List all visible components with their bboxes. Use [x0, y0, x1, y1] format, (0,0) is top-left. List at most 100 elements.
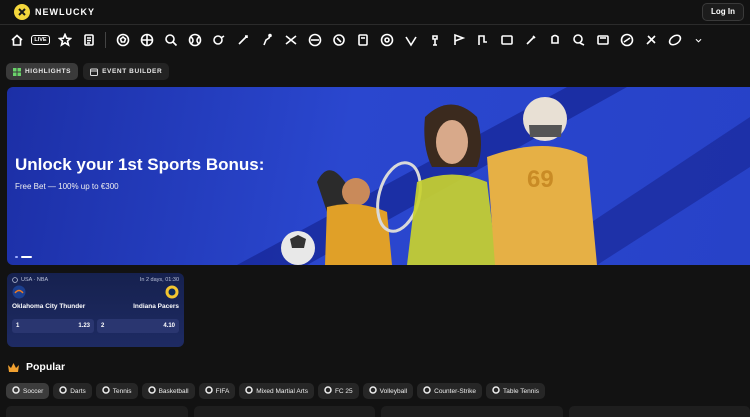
match-league: USA · NBA: [12, 277, 48, 283]
cricket-icon[interactable]: [256, 30, 277, 51]
chip-label: Basketball: [158, 387, 189, 395]
carousel-dot[interactable]: [15, 256, 18, 258]
chip-label: FIFA: [215, 387, 230, 395]
soccer-icon[interactable]: [112, 30, 133, 51]
football-icon[interactable]: [496, 30, 517, 51]
chip-soccer[interactable]: Soccer: [6, 383, 50, 399]
live-icon[interactable]: LIVE: [30, 30, 51, 51]
banner-subtitle: Free Bet — 100% up to €300: [15, 182, 119, 191]
carousel-dots: [15, 256, 32, 258]
match-teams: Oklahoma City Thunder Indiana Pacers: [12, 285, 179, 310]
chip-tennis[interactable]: Tennis: [95, 383, 138, 399]
tennis-icon[interactable]: [160, 30, 181, 51]
mode-tabs: HIGHLIGHTS EVENT BUILDER: [6, 63, 170, 80]
chip-fc-25[interactable]: FC 25: [317, 383, 359, 399]
chevron-down-icon[interactable]: [688, 30, 709, 51]
login-button[interactable]: Log In: [702, 3, 744, 21]
odd-label: 2: [101, 323, 105, 329]
soccer-icon: [12, 386, 20, 396]
chip-label: FC 25: [334, 387, 353, 395]
chess-icon[interactable]: [424, 30, 445, 51]
chip-fifa[interactable]: FIFA: [198, 383, 236, 399]
cycling-icon[interactable]: [400, 30, 421, 51]
chip-mixed-martial-arts[interactable]: Mixed Martial Arts: [239, 383, 314, 399]
match-header: USA · NBA In 2 days, 01:30: [12, 277, 179, 283]
odds-row: 1 1.23 2 4.10: [12, 319, 179, 333]
match-time: In 2 days, 01:30: [139, 277, 179, 283]
snooker-icon[interactable]: [616, 30, 637, 51]
volleyball-icon: [368, 386, 377, 396]
popular-header: Popular: [7, 361, 65, 373]
carousel-dot-active[interactable]: [21, 256, 32, 258]
home-team: Oklahoma City Thunder: [12, 285, 85, 310]
table-tennis-icon[interactable]: [376, 30, 397, 51]
chip-label: Counter-Strike: [434, 387, 477, 395]
sports-nav: LIVE: [0, 24, 750, 55]
away-team: Indiana Pacers: [133, 285, 179, 310]
chip-darts[interactable]: Darts: [53, 383, 92, 399]
live-label: LIVE: [31, 35, 50, 45]
app-root: NEWLUCKY Log In LIVE HIGHLIGHTS EVENT BU…: [0, 0, 750, 417]
esports-icon[interactable]: [280, 30, 301, 51]
brand-logo[interactable]: NEWLUCKY: [14, 4, 95, 20]
fifa-icon: [204, 386, 213, 396]
match-card[interactable]: USA · NBA In 2 days, 01:30 Oklahoma City…: [7, 273, 184, 347]
formula-icon[interactable]: [448, 30, 469, 51]
odd-value: 4.10: [163, 323, 175, 329]
tab-highlights[interactable]: HIGHLIGHTS: [6, 63, 79, 80]
rugby-icon[interactable]: [328, 30, 349, 51]
golf-icon[interactable]: [472, 30, 493, 51]
odd-label: 1: [16, 323, 20, 329]
nav-divider: [105, 32, 106, 48]
chip-label: Mixed Martial Arts: [256, 387, 308, 395]
baseball-icon[interactable]: [208, 30, 229, 51]
odd-home-button[interactable]: 1 1.23: [12, 319, 94, 333]
tab-event-builder-label: EVENT BUILDER: [102, 68, 163, 75]
brand-name: NEWLUCKY: [35, 7, 95, 17]
home-icon[interactable]: [6, 30, 27, 51]
betslip-icon[interactable]: [78, 30, 99, 51]
hockey-icon[interactable]: [232, 30, 253, 51]
handball-icon[interactable]: [304, 30, 325, 51]
event-card[interactable]: [6, 406, 188, 417]
basketball-icon: [147, 386, 156, 396]
american-football-icon[interactable]: [568, 30, 589, 51]
away-team-name: Indiana Pacers: [133, 303, 179, 310]
basketball-icon[interactable]: [136, 30, 157, 51]
darts-icon: [59, 386, 67, 396]
chip-table-tennis[interactable]: Table Tennis: [486, 383, 546, 399]
mma-icon[interactable]: [352, 30, 373, 51]
chip-label: Table Tennis: [503, 387, 540, 395]
svg-text:69: 69: [527, 166, 554, 193]
logo-mark-icon: [14, 4, 30, 20]
bottom-cards: [0, 406, 750, 417]
chip-label: Tennis: [112, 387, 132, 395]
promo-banner[interactable]: 69 Unlock your 1st Sports Bonus: Free Be…: [7, 87, 750, 265]
star-icon[interactable]: [54, 30, 75, 51]
chip-counter-strike[interactable]: Counter-Strike: [417, 383, 483, 399]
badminton-icon[interactable]: [640, 30, 661, 51]
league-label: USA · NBA: [21, 277, 49, 283]
mma-icon: [245, 386, 254, 396]
event-card[interactable]: [381, 406, 563, 417]
chip-volleyball[interactable]: Volleyball: [362, 383, 414, 399]
home-team-name: Oklahoma City Thunder: [12, 303, 86, 310]
nba2k-icon[interactable]: [592, 30, 613, 51]
boxing-icon[interactable]: [544, 30, 565, 51]
event-card[interactable]: [193, 406, 375, 417]
darts-icon[interactable]: [520, 30, 541, 51]
clock-icon: [12, 277, 18, 283]
grid-icon: [13, 67, 21, 76]
rugby-ball-icon[interactable]: [664, 30, 685, 51]
event-card[interactable]: [568, 406, 750, 417]
banner-title: Unlock your 1st Sports Bonus:: [15, 155, 265, 174]
odd-value: 1.23: [78, 323, 90, 329]
chip-basketball[interactable]: Basketball: [141, 383, 195, 399]
chip-label: Soccer: [23, 387, 44, 395]
volleyball-icon[interactable]: [184, 30, 205, 51]
table-tennis-icon: [492, 386, 500, 396]
odd-away-button[interactable]: 2 4.10: [97, 319, 179, 333]
popular-chips: Soccer Darts Tennis Basketball FIFA Mixed Mar…: [6, 383, 546, 399]
thunder-logo-icon: [12, 285, 26, 299]
tab-event-builder[interactable]: EVENT BUILDER: [83, 63, 170, 80]
